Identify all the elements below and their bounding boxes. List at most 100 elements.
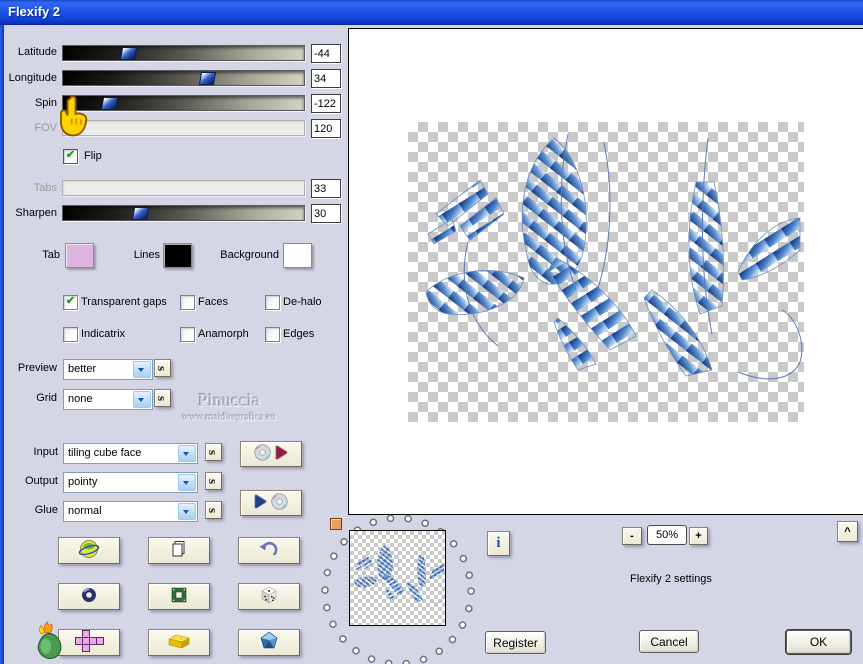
transparent-gaps-label: Transparent gaps bbox=[81, 296, 167, 308]
fov-value-input[interactable] bbox=[311, 119, 341, 138]
seed-handle-square[interactable] bbox=[330, 518, 342, 530]
gem-button[interactable] bbox=[238, 629, 300, 656]
glue-combo-value: normal bbox=[68, 505, 102, 517]
glue-combo-label: Glue bbox=[34, 504, 58, 516]
leaf-artwork bbox=[408, 122, 804, 422]
latitude-slider[interactable] bbox=[62, 45, 305, 61]
tab-color-swatch[interactable] bbox=[65, 243, 94, 268]
ring-button[interactable] bbox=[58, 583, 120, 610]
info-icon: i bbox=[496, 535, 501, 551]
s-glyph-icon: s bbox=[155, 365, 170, 371]
longitude-slider[interactable] bbox=[62, 70, 305, 86]
lines-color-swatch[interactable] bbox=[163, 243, 192, 268]
preview-combo[interactable]: better bbox=[63, 359, 153, 380]
input-combo-dropdown-button[interactable] bbox=[178, 445, 196, 462]
seed-thumbnail[interactable] bbox=[349, 530, 446, 626]
indicatrix-checkbox[interactable] bbox=[63, 327, 78, 342]
ok-button-label: OK bbox=[809, 635, 828, 649]
zoom-level-value: 50% bbox=[647, 525, 687, 545]
collapse-button[interactable]: ^ bbox=[837, 521, 858, 542]
flip-checkbox[interactable]: ✔ bbox=[63, 149, 78, 164]
info-button[interactable]: i bbox=[487, 531, 510, 556]
output-combo-dropdown-button[interactable] bbox=[178, 474, 196, 491]
glue-combo[interactable]: normal bbox=[63, 501, 198, 522]
frame-button[interactable] bbox=[148, 583, 210, 610]
input-combo[interactable]: tiling cube face bbox=[63, 443, 198, 464]
background-color-swatch[interactable] bbox=[283, 243, 312, 268]
tabs-value-input[interactable] bbox=[311, 179, 341, 198]
dehalo-checkbox[interactable] bbox=[265, 295, 280, 310]
output-random-button[interactable]: s bbox=[205, 472, 222, 490]
longitude-slider-handle[interactable] bbox=[199, 72, 217, 85]
preview-image-transparent-region bbox=[408, 122, 804, 422]
output-combo[interactable]: pointy bbox=[63, 472, 198, 493]
tabs-slider bbox=[62, 180, 305, 196]
glue-random-button[interactable]: s bbox=[205, 501, 222, 519]
cancel-button-label: Cancel bbox=[650, 634, 688, 649]
latitude-value-input[interactable] bbox=[311, 44, 341, 63]
edges-label: Edges bbox=[283, 328, 315, 340]
flip-label: Flip bbox=[84, 150, 102, 162]
glue-combo-dropdown-button[interactable] bbox=[178, 503, 196, 520]
hand-pointer-cursor bbox=[60, 95, 88, 137]
undo-button[interactable] bbox=[238, 537, 300, 564]
longitude-value-input[interactable] bbox=[311, 69, 341, 88]
red-play-icon bbox=[274, 444, 289, 464]
register-button-label: Register bbox=[493, 635, 538, 650]
blue-play-icon bbox=[253, 493, 268, 513]
earth-button[interactable] bbox=[58, 537, 120, 564]
brick-icon bbox=[167, 631, 191, 654]
dehalo-label: De-halo bbox=[283, 296, 322, 308]
cancel-button[interactable]: Cancel bbox=[639, 630, 699, 653]
spin-slider-handle[interactable] bbox=[100, 97, 118, 110]
brick-button[interactable] bbox=[148, 629, 210, 656]
faces-checkbox[interactable] bbox=[180, 295, 195, 310]
flaming-pear-logo bbox=[37, 621, 62, 659]
ok-button[interactable]: OK bbox=[786, 630, 851, 654]
preview-random-button[interactable]: s bbox=[154, 359, 171, 377]
copy-button[interactable] bbox=[148, 537, 210, 564]
sharpen-slider[interactable] bbox=[62, 205, 305, 221]
grid-combo-dropdown-button[interactable] bbox=[133, 391, 151, 408]
grid-combo[interactable]: none bbox=[63, 389, 153, 410]
anamorph-label: Anamorph bbox=[198, 328, 249, 340]
transparent-gaps-checkbox[interactable]: ✔ bbox=[63, 295, 78, 310]
spin-value-input[interactable] bbox=[311, 94, 341, 113]
output-combo-label: Output bbox=[24, 475, 58, 487]
cd-play-button[interactable] bbox=[240, 441, 302, 467]
faces-label: Faces bbox=[198, 296, 228, 308]
preview-combo-dropdown-button[interactable] bbox=[133, 361, 151, 378]
watermark-site: www.maidiregrafica.eu bbox=[182, 412, 276, 423]
longitude-label: Longitude bbox=[8, 72, 57, 84]
latitude-slider-handle[interactable] bbox=[119, 47, 137, 60]
chevron-down-icon bbox=[183, 510, 189, 517]
fov-label: FOV bbox=[34, 122, 57, 134]
s-glyph-icon: s bbox=[206, 507, 221, 513]
sharpen-label: Sharpen bbox=[15, 207, 57, 219]
dice-button[interactable] bbox=[238, 583, 300, 610]
input-random-button[interactable]: s bbox=[205, 443, 222, 461]
register-button[interactable]: Register bbox=[485, 631, 546, 654]
spin-slider[interactable] bbox=[62, 95, 305, 111]
zoom-out-button[interactable]: - bbox=[622, 527, 642, 545]
anamorph-checkbox[interactable] bbox=[180, 327, 195, 342]
indicatrix-label: Indicatrix bbox=[81, 328, 126, 340]
green-frame-icon bbox=[169, 585, 189, 608]
minus-icon: - bbox=[630, 530, 634, 542]
unfolded-cube-button[interactable] bbox=[58, 629, 120, 656]
transparent-gaps-checkmark: ✔ bbox=[65, 295, 76, 307]
titlebar[interactable]: Flexify 2 bbox=[0, 0, 863, 25]
sharpen-slider-handle[interactable] bbox=[131, 207, 150, 220]
settings-status-text: Flexify 2 settings bbox=[630, 573, 712, 585]
grid-combo-value: none bbox=[68, 393, 93, 405]
gem-icon bbox=[258, 631, 280, 654]
play-cd-button[interactable] bbox=[240, 490, 302, 516]
chevron-down-icon bbox=[138, 368, 144, 375]
zoom-in-button[interactable]: + bbox=[689, 527, 708, 545]
edges-checkbox[interactable] bbox=[265, 327, 280, 342]
sharpen-value-input[interactable] bbox=[311, 204, 341, 223]
caret-up-icon: ^ bbox=[844, 525, 851, 538]
tab-color-label: Tab bbox=[42, 249, 60, 261]
undo-arrow-icon bbox=[258, 539, 280, 562]
flip-checkmark: ✔ bbox=[65, 149, 76, 161]
